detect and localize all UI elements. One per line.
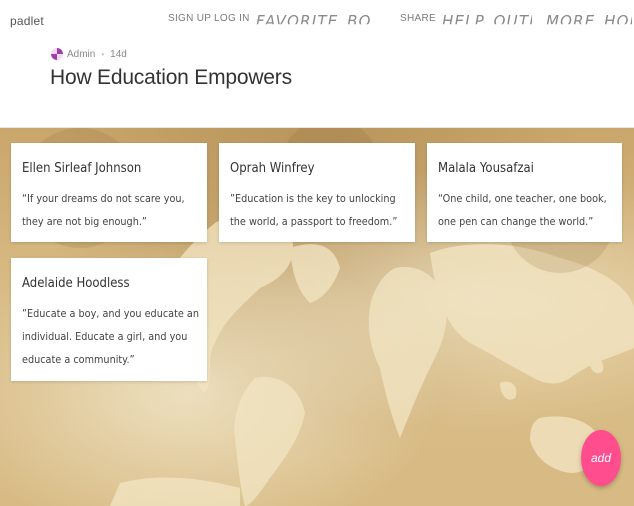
help-icon[interactable]: HELP_OUTLINE xyxy=(442,12,532,25)
separator-dot: • xyxy=(101,49,105,59)
post-age: 14d xyxy=(110,48,127,60)
top-bar: padlet SIGN UP LOG IN FAVORITE_BORDER SH… xyxy=(0,0,634,128)
post-title: Ellen Sirleaf Johnson xyxy=(22,161,142,176)
signup-link[interactable]: SIGN UP xyxy=(168,13,211,24)
avatar[interactable] xyxy=(51,48,63,60)
post-body: “One child, one teacher, one book, one p… xyxy=(438,192,607,228)
login-link[interactable]: LOG IN xyxy=(214,13,250,24)
post-card[interactable]: Ellen Sirleaf Johnson “If your dreams do… xyxy=(11,143,207,242)
favorite-icon[interactable]: FAVORITE_BORDER xyxy=(256,12,370,25)
post-title: Malala Yousafzai xyxy=(438,161,534,176)
post-title: Oprah Winfrey xyxy=(230,161,315,176)
post-body: ”Educate a boy, and you educate an indiv… xyxy=(22,307,199,366)
wall-background: Ellen Sirleaf Johnson “If your dreams do… xyxy=(0,128,634,506)
author-name[interactable]: Admin xyxy=(67,49,95,60)
post-card[interactable]: Malala Yousafzai “One child, one teacher… xyxy=(427,143,622,242)
post-title: Adelaide Hoodless xyxy=(22,276,130,291)
post-meta: Admin • 14d xyxy=(51,47,127,61)
page-title: How Education Empowers xyxy=(50,66,292,89)
share-button[interactable]: SHARE xyxy=(400,13,436,24)
brand-logo[interactable]: padlet xyxy=(10,14,44,28)
post-card[interactable]: Adelaide Hoodless ”Educate a boy, and yo… xyxy=(11,258,207,381)
add-post-button[interactable]: add xyxy=(581,430,621,486)
post-card[interactable]: Oprah Winfrey ”Education is the key to u… xyxy=(219,143,415,242)
post-body: ”Education is the key to unlocking the w… xyxy=(230,192,398,228)
post-body: “If your dreams do not scare you, they a… xyxy=(22,192,185,228)
more-icon[interactable]: MORE_HORIZ xyxy=(546,12,632,25)
